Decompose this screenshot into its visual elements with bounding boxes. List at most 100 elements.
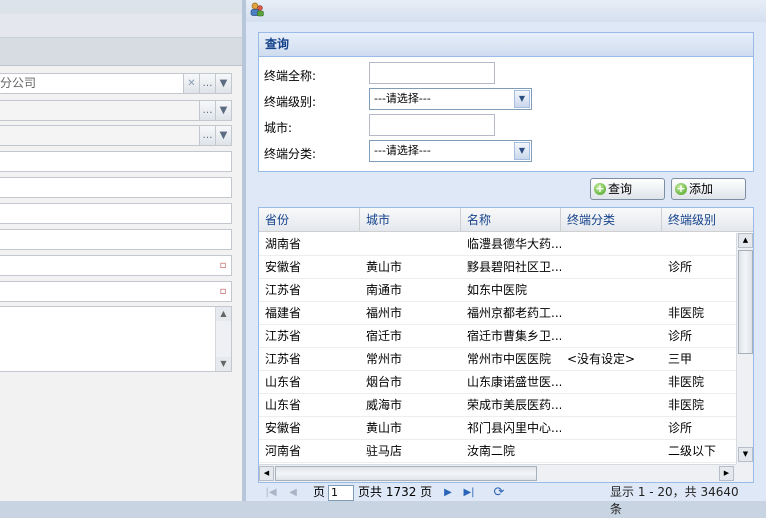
cell-level: 非医院 bbox=[668, 375, 705, 389]
chevron-down-icon[interactable]: ▼ bbox=[215, 101, 231, 120]
bg-date-field-1[interactable]: ▫ bbox=[0, 255, 232, 276]
cell-province: 山东省 bbox=[265, 398, 302, 412]
scroll-down-icon[interactable]: ▼ bbox=[738, 447, 753, 462]
cell-category: <没有设定> bbox=[567, 352, 636, 366]
table-row[interactable]: 安徽省 黄山市 黟县碧阳社区卫... 诊所 bbox=[259, 256, 736, 279]
bg-text-field-3[interactable] bbox=[0, 203, 232, 224]
next-page-icon[interactable]: ▶ bbox=[441, 486, 455, 500]
background-topbar bbox=[0, 0, 242, 14]
search-button[interactable]: + 查询 bbox=[590, 178, 665, 200]
cell-category bbox=[561, 371, 662, 393]
scroll-right-icon[interactable]: ▶ bbox=[719, 466, 734, 481]
cell-category bbox=[561, 256, 662, 278]
cell-city: 烟台市 bbox=[366, 375, 403, 389]
table-row[interactable]: 山东省 烟台市 山东康诺盛世医... 非医院 bbox=[259, 371, 736, 394]
table-row[interactable]: 福建省 福州市 福州京都老药工... 非医院 bbox=[259, 302, 736, 325]
table-row[interactable]: 湖南省 临澧县德华大药... bbox=[259, 233, 736, 256]
bg-combo-field-2[interactable]: … ▼ bbox=[0, 125, 232, 146]
scroll-left-icon[interactable]: ◀ bbox=[259, 466, 274, 481]
column-header-province[interactable]: 省份 bbox=[259, 208, 360, 232]
table-row[interactable]: 安徽省 黄山市 祁门县闪里中心... 诊所 bbox=[259, 417, 736, 440]
bg-text-field-1[interactable] bbox=[0, 151, 232, 172]
last-page-icon[interactable]: ▶| bbox=[462, 486, 476, 500]
bg-text-field-2[interactable] bbox=[0, 177, 232, 198]
cell-name: 如东中医院 bbox=[467, 283, 528, 297]
terminal-level-select[interactable]: ---请选择--- ▼ bbox=[369, 88, 532, 110]
cell-province: 安徽省 bbox=[265, 421, 302, 435]
table-row[interactable]: 山东省 威海市 荣成市美辰医药... 非医院 bbox=[259, 394, 736, 417]
cell-province: 江苏省 bbox=[265, 352, 302, 366]
cell-province: 山东省 bbox=[265, 375, 302, 389]
cell-category bbox=[561, 279, 662, 301]
cell-level: 二级以下 bbox=[668, 444, 717, 458]
users-icon bbox=[250, 2, 264, 17]
bg-combo-field-1[interactable]: … ▼ bbox=[0, 100, 232, 121]
column-header-city[interactable]: 城市 bbox=[360, 208, 461, 232]
background-header bbox=[0, 14, 242, 38]
table-row[interactable]: 江苏省 南通市 如东中医院 bbox=[259, 279, 736, 302]
cell-name: 祁门县闪里中心... bbox=[467, 421, 561, 435]
cell-province: 河南省 bbox=[265, 444, 302, 458]
calendar-icon[interactable]: ▫ bbox=[215, 256, 231, 275]
cell-city: 南通市 bbox=[366, 283, 403, 297]
terminal-category-value: ---请选择--- bbox=[374, 144, 431, 157]
terminal-level-value: ---请选择--- bbox=[374, 92, 431, 105]
background-toolbar bbox=[0, 38, 242, 66]
chevron-down-icon[interactable]: ▼ bbox=[514, 90, 530, 108]
scroll-down-icon[interactable]: ▼ bbox=[216, 357, 231, 371]
cell-level bbox=[662, 279, 736, 301]
ellipsis-icon[interactable]: … bbox=[199, 74, 215, 93]
scroll-thumb[interactable] bbox=[275, 466, 537, 481]
grid-vertical-scrollbar[interactable]: ▲ ▼ bbox=[736, 233, 753, 464]
table-row[interactable]: 江苏省 宿迁市 宿迁市曹集乡卫... 诊所 bbox=[259, 325, 736, 348]
bg-textarea[interactable]: ▲ ▼ bbox=[0, 306, 232, 372]
terminal-category-select[interactable]: ---请选择--- ▼ bbox=[369, 140, 532, 162]
cell-province: 福建省 bbox=[265, 306, 302, 320]
cell-level: 非医院 bbox=[668, 306, 705, 320]
cell-province: 安徽省 bbox=[265, 260, 302, 274]
table-row[interactable]: 河南省 驻马店 汝南二院 二级以下 bbox=[259, 440, 736, 463]
calendar-icon[interactable]: ▫ bbox=[215, 282, 231, 301]
grid-horizontal-scrollbar[interactable]: ◀ ▶ bbox=[259, 464, 736, 482]
query-panel-title: 查询 bbox=[259, 33, 753, 57]
cell-category bbox=[561, 233, 662, 255]
cell-category bbox=[561, 417, 662, 439]
terminal-name-input[interactable] bbox=[369, 62, 495, 84]
company-field-value: 分公司 bbox=[0, 76, 37, 90]
ellipsis-icon[interactable]: … bbox=[199, 126, 215, 145]
refresh-icon[interactable]: ⟳ bbox=[492, 486, 506, 500]
cell-level: 诊所 bbox=[668, 421, 693, 435]
cell-category bbox=[561, 394, 662, 416]
scroll-up-icon[interactable]: ▲ bbox=[738, 233, 753, 248]
column-header-category[interactable]: 终端分类 bbox=[561, 208, 662, 232]
scroll-thumb[interactable] bbox=[738, 250, 753, 354]
textarea-scrollbar[interactable]: ▲ ▼ bbox=[215, 307, 231, 371]
bg-date-field-2[interactable]: ▫ bbox=[0, 281, 232, 302]
page-number-input[interactable]: 1 bbox=[328, 485, 354, 501]
chevron-down-icon[interactable]: ▼ bbox=[215, 74, 231, 93]
company-field[interactable]: 分公司 ✕ … ▼ bbox=[0, 73, 232, 94]
chevron-down-icon[interactable]: ▼ bbox=[514, 142, 530, 160]
chevron-down-icon[interactable]: ▼ bbox=[215, 126, 231, 145]
city-label: 城市: bbox=[264, 121, 293, 135]
first-page-icon[interactable]: |◀ bbox=[264, 486, 278, 500]
bg-text-field-4[interactable] bbox=[0, 229, 232, 250]
scroll-up-icon[interactable]: ▲ bbox=[216, 307, 231, 321]
background-form: 分公司 ✕ … ▼ … ▼ … ▼ ▫ ▫ ▲ ▼ bbox=[0, 0, 242, 501]
ellipsis-icon[interactable]: … bbox=[199, 101, 215, 120]
terminal-grid: 省份 城市 名称 终端分类 终端级别 湖南省 临澧县德华大药... 安徽省 黄山市 黟县… bbox=[258, 207, 754, 483]
search-button-label: 查询 bbox=[608, 182, 633, 196]
city-input[interactable] bbox=[369, 114, 495, 136]
column-header-name[interactable]: 名称 bbox=[461, 208, 561, 232]
add-button[interactable]: + 添加 bbox=[671, 178, 746, 200]
column-header-level[interactable]: 终端级别 bbox=[662, 208, 753, 232]
cell-name: 福州京都老药工... bbox=[467, 306, 561, 320]
search-plus-icon: + bbox=[594, 182, 606, 195]
paging-toolbar: |◀ ◀ 页 1 页共 1732 页 ▶ ▶| ⟳ 显示 1 - 20，共 34… bbox=[258, 484, 754, 516]
clear-icon[interactable]: ✕ bbox=[183, 74, 199, 93]
cell-city: 驻马店 bbox=[366, 444, 403, 458]
prev-page-icon[interactable]: ◀ bbox=[286, 486, 300, 500]
terminal-category-label: 终端分类: bbox=[264, 147, 317, 161]
table-row[interactable]: 江苏省 常州市 常州市中医医院 <没有设定> 三甲 bbox=[259, 348, 736, 371]
cell-city: 黄山市 bbox=[366, 421, 403, 435]
